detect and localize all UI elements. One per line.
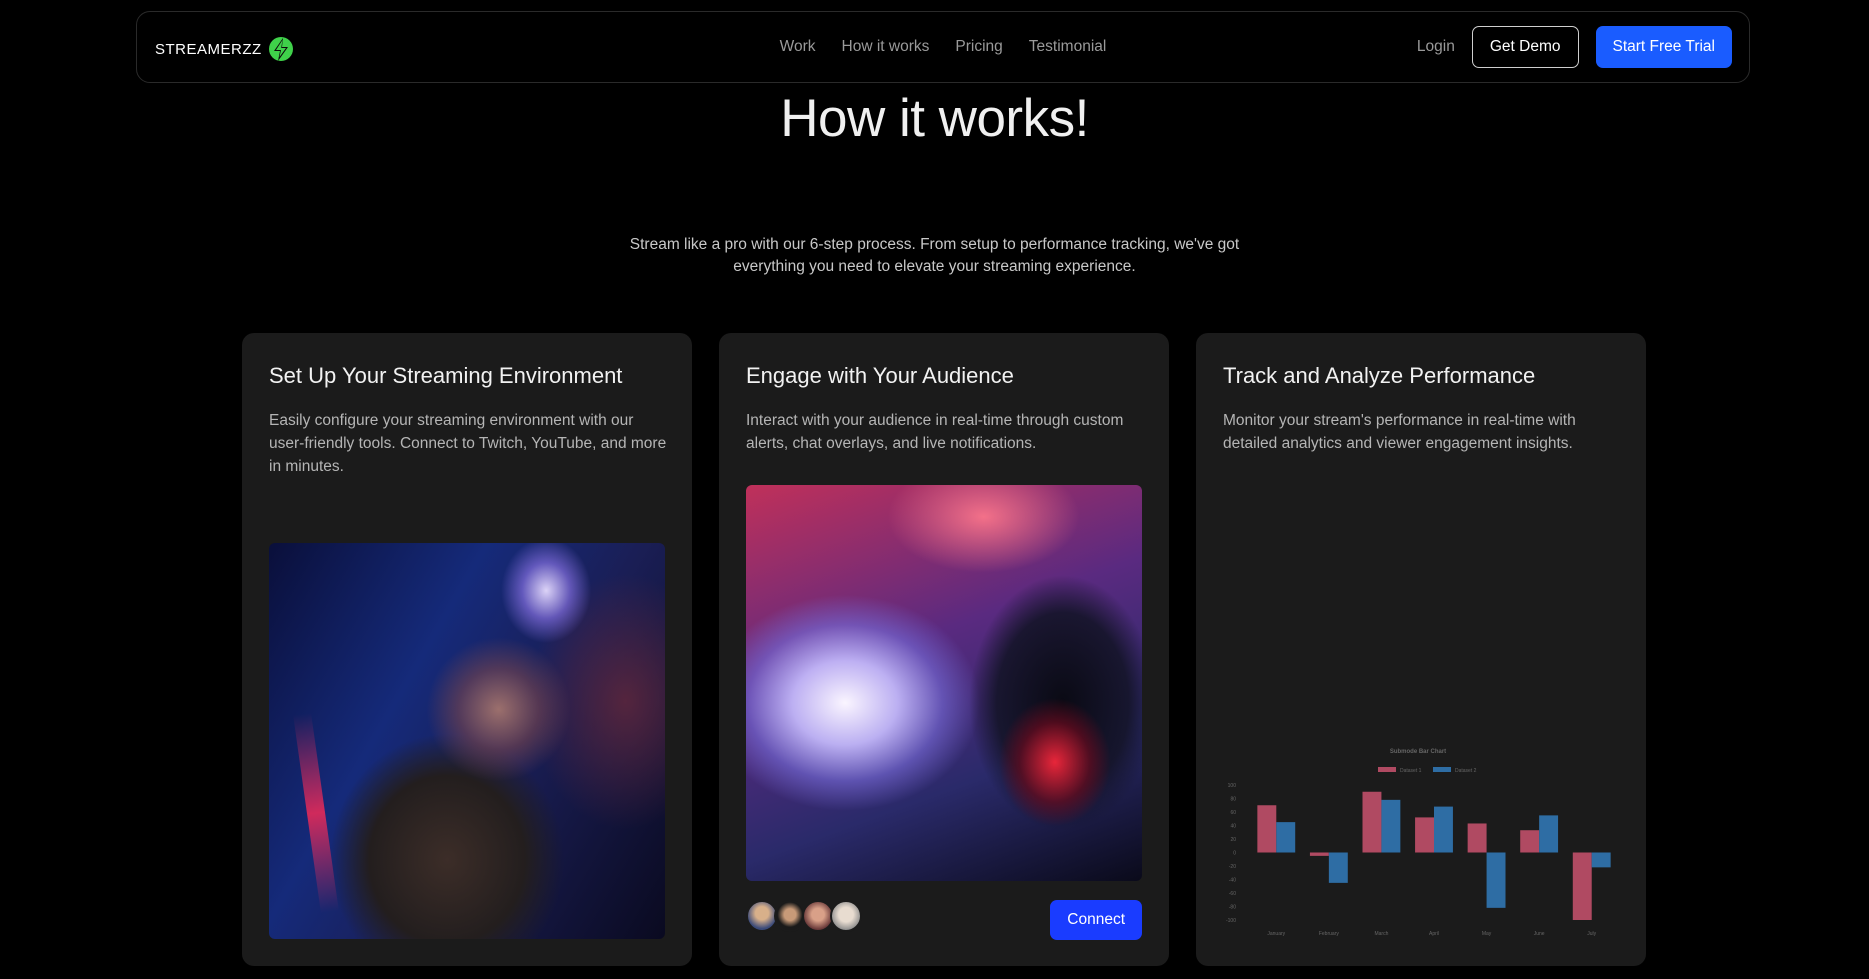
bar-dataset-1 [1362,791,1382,853]
x-tick-label: February [1319,931,1340,937]
connect-button[interactable]: Connect [1050,900,1142,940]
x-tick-label: June [1534,931,1545,937]
x-tick-label: January [1267,931,1285,937]
subtitle-line-2: everything you need to elevate your stre… [733,258,1136,275]
nav-link-testimonial[interactable]: Testimonial [1029,38,1107,56]
login-link[interactable]: Login [1417,38,1455,56]
bar-dataset-2 [1434,806,1453,853]
bar-dataset-2 [1486,852,1506,908]
y-tick-label: -20 [1229,864,1236,870]
nav-actions: Login Get Demo Start Free Trial [1417,26,1732,68]
bar-dataset-1 [1257,805,1277,853]
legend-swatch [1433,767,1451,772]
legend-label: Dataset 1 [1400,768,1422,774]
bar-dataset-2 [1276,822,1296,853]
get-demo-button[interactable]: Get Demo [1471,26,1579,68]
y-tick-label: 80 [1230,797,1236,803]
bar-dataset-2 [1539,815,1559,853]
card-description: Monitor your stream's performance in rea… [1223,412,1576,452]
chart-title: Submode Bar Chart [1390,749,1446,755]
avatar [830,900,862,932]
bar-dataset-2 [1328,852,1348,883]
y-tick-label: -40 [1229,878,1236,884]
page-subtitle: Stream like a pro with our 6-step proces… [0,234,1869,278]
nav-link-how-it-works[interactable]: How it works [842,38,930,56]
x-tick-label: March [1374,931,1388,937]
start-free-trial-button[interactable]: Start Free Trial [1595,26,1732,68]
y-tick-label: -80 [1229,905,1236,911]
streamer-photo [269,543,665,939]
x-tick-label: May [1482,931,1492,937]
bar-dataset-1 [1309,852,1329,856]
legend-label: Dataset 2 [1455,768,1477,774]
card-description: Interact with your audience in real-time… [746,412,1124,452]
y-tick-label: 40 [1230,824,1236,830]
card-analytics: Track and Analyze Performance Monitor yo… [1196,333,1646,966]
y-tick-label: 60 [1230,810,1236,816]
y-tick-label: 100 [1228,783,1237,789]
x-tick-label: July [1587,931,1596,937]
y-tick-label: 20 [1230,837,1236,843]
bar-dataset-1 [1467,823,1487,853]
bar-dataset-2 [1381,799,1401,853]
legend-swatch [1378,767,1396,772]
subtitle-line-1: Stream like a pro with our 6-step proces… [629,236,1240,253]
card-engage: Engage with Your Audience Interact with … [719,333,1169,966]
y-tick-label: 0 [1233,851,1236,857]
bar-dataset-1 [1415,817,1434,853]
card-setup: Set Up Your Streaming Environment Easily… [242,333,692,966]
bar-dataset-1 [1520,830,1540,853]
bar-dataset-2 [1591,852,1611,868]
y-tick-label: -100 [1226,918,1236,924]
nav-link-work[interactable]: Work [780,38,816,56]
card-title: Engage with Your Audience [746,363,1014,388]
y-tick-label: -60 [1229,891,1236,897]
card-description: Easily configure your streaming environm… [269,412,667,475]
navbar: STREAMERZZ Work How it works Pricing Tes… [136,11,1750,83]
avatar-group [746,900,862,932]
bar-dataset-1 [1572,852,1592,920]
page-title: How it works! [780,89,1089,148]
card-title: Set Up Your Streaming Environment [269,363,623,388]
gamer-headphones-photo [746,485,1142,881]
bar-chart: Submode Bar Chart Dataset 1 Dataset 2 100 80… [1226,749,1611,937]
nav-link-pricing[interactable]: Pricing [955,38,1002,56]
card-title: Track and Analyze Performance [1223,363,1536,388]
x-tick-label: April [1429,931,1439,937]
